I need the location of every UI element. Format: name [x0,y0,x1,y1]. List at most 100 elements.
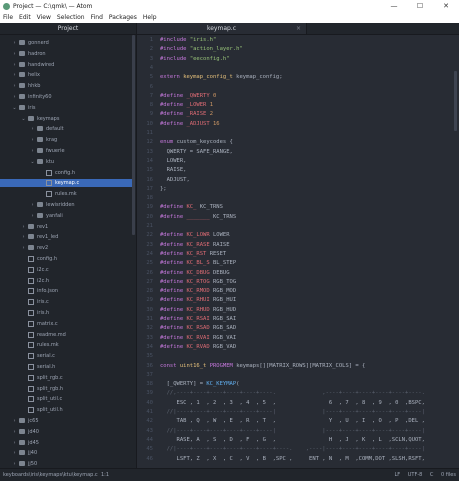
tree-file-iris-h[interactable]: iris.h [0,309,132,317]
menu-find[interactable]: Find [88,13,106,23]
chevron-right-icon[interactable]: › [12,417,17,425]
tree-file-serial-h[interactable]: serial.h [0,363,132,371]
chevron-down-icon[interactable]: ⌄ [30,158,35,166]
tree-item-label: split_util.c [37,396,63,403]
status-line-ending[interactable]: LF [394,472,400,478]
tree-file-split-rgb-h[interactable]: split_rgb.h [0,385,132,393]
tree-view-tab[interactable]: Project [0,23,136,35]
code-editor[interactable]: 1 #include "iris.h" 2 #include "action_laye… [137,35,459,468]
tree-folder-rev1[interactable]: › rev1 [0,223,132,231]
code-token: #define [160,213,187,220]
code-line[interactable]: 46 LSFT, Z , X , C , V , B ,SPC , ENT , … [137,454,459,464]
tree-file-serial-c[interactable]: serial.c [0,352,132,360]
tree-file-split-util-c[interactable]: split_util.c [0,395,132,403]
chevron-right-icon[interactable]: › [21,233,26,241]
menu-edit[interactable]: Edit [16,13,34,23]
tree-folder-ktu[interactable]: ⌄ ktu [0,158,132,166]
tree-file-matrix-c[interactable]: matrix.c [0,320,132,328]
code-token: _QWERTY [186,92,213,99]
tree-file-config-h[interactable]: config.h [0,255,132,263]
tree-folder-hhkb[interactable]: › hhkb [0,82,132,90]
chevron-right-icon[interactable]: › [30,201,35,209]
chevron-right-icon[interactable]: › [12,428,17,436]
tree-folder-infinity60[interactable]: › infinity60 [0,93,132,101]
code-token: #include [160,37,190,43]
tree-item-label: krag [46,137,58,144]
tree-folder-lewisridden[interactable]: › lewisridden [0,201,132,209]
tree-folder-rev1-led[interactable]: › rev1_led [0,233,132,241]
status-grammar[interactable]: C [430,472,434,478]
tree-item-label: split_rgb.h [37,385,64,392]
chevron-right-icon[interactable]: › [12,61,17,69]
tree-folder-default[interactable]: › default [0,125,132,133]
minimize-button[interactable]: — [383,1,405,12]
chevron-right-icon[interactable]: › [30,147,35,155]
chevron-right-icon[interactable]: › [21,223,26,231]
folder-icon [19,72,25,78]
tree-file-split-rgb-c[interactable]: split_rgb.c [0,374,132,382]
tree-folder-helix[interactable]: › helix [0,71,132,79]
code-token: //|----+----+----+----+----+----+----. ,… [160,446,425,453]
close-window-button[interactable]: ✕ [435,1,457,12]
tree-file-rules-mk[interactable]: rules.mk [0,341,132,349]
tree-folder-gonnerd[interactable]: › gonnerd [0,39,132,47]
code-token: RESET [209,250,227,257]
tree-folder-hadron[interactable]: › hadron [0,50,132,58]
chevron-right-icon[interactable]: › [12,39,17,47]
editor-tab-bar: keymap.c × [137,23,459,35]
chevron-right-icon[interactable]: › [12,71,17,79]
file-icon [28,320,34,327]
chevron-down-icon[interactable]: ⌄ [12,104,17,112]
status-cursor-position[interactable]: 1:1 [101,469,109,481]
chevron-right-icon[interactable]: › [30,136,35,144]
folder-icon [37,202,43,207]
tree-folder-fwuerie[interactable]: › fwuerie [0,147,132,155]
tree-folder-jd45[interactable]: › jd45 [0,439,132,447]
code-token: KC_RVAI [186,334,213,341]
chevron-right-icon[interactable]: › [12,460,17,468]
menu-file[interactable]: File [0,13,16,23]
tree-folder-keymaps[interactable]: ⌄ keymaps [0,115,132,123]
chevron-right-icon[interactable]: › [30,125,35,133]
menu-view[interactable]: View [34,13,54,23]
chevron-right-icon[interactable]: › [12,449,17,457]
tree-file-keymap-c[interactable]: keymap.c [0,179,132,188]
chevron-right-icon[interactable]: › [12,82,17,90]
chevron-right-icon[interactable]: › [12,439,17,447]
status-encoding[interactable]: UTF-8 [408,472,423,478]
chevron-right-icon[interactable]: › [12,93,17,101]
status-file-path[interactable]: keyboards\iris\keymaps\ktu\keymap.c [3,469,98,481]
tree-file-rules-mk[interactable]: rules.mk [0,190,132,198]
menu-help[interactable]: Help [140,13,160,23]
menu-selection[interactable]: Selection [54,13,88,23]
tree-folder-rev2[interactable]: › rev2 [0,244,132,252]
chevron-right-icon[interactable]: › [21,244,26,252]
chevron-right-icon[interactable]: › [30,212,35,220]
tab-keymap-c[interactable]: keymap.c × [137,23,307,34]
tree-file-config-h[interactable]: config.h [0,169,132,177]
tree-folder-jd40[interactable]: › jd40 [0,428,132,436]
maximize-button[interactable]: ☐ [409,1,431,12]
file-icon [28,364,34,370]
tree-folder-jj50[interactable]: › jj50 [0,460,132,468]
tree-file-i2c-c[interactable]: i2c.c [0,266,132,274]
tab-close-icon[interactable]: × [296,23,301,34]
tree-file-readme-md[interactable]: readme.md [0,331,132,339]
chevron-right-icon[interactable]: › [12,50,17,58]
tree-folder-handwired[interactable]: › handwired [0,61,132,69]
tree-folder-iris[interactable]: ⌄ iris [0,104,132,112]
tree-folder-yanfali[interactable]: › yanfali [0,212,132,220]
tree-file-split-util-h[interactable]: split_util.h [0,406,132,414]
tree-folder-jj40[interactable]: › jj40 [0,449,132,457]
tree-file-iris-c[interactable]: iris.c [0,298,132,306]
tree-scrollbar[interactable] [132,35,135,235]
chevron-down-icon[interactable]: ⌄ [21,115,26,123]
menu-packages[interactable]: Packages [106,13,140,23]
tree-file-info-json[interactable]: info.json [0,287,132,295]
tree-folder-jc65[interactable]: › jc65 [0,417,132,425]
code-token: KC_RASE [186,241,213,248]
tree-file-i2c-h[interactable]: i2c.h [0,277,132,285]
tree-folder-krag[interactable]: › krag [0,136,132,144]
status-files[interactable]: 0 files [441,472,456,478]
status-bar: keyboards\iris\keymaps\ktu\keymap.c 1:1 … [0,468,459,481]
